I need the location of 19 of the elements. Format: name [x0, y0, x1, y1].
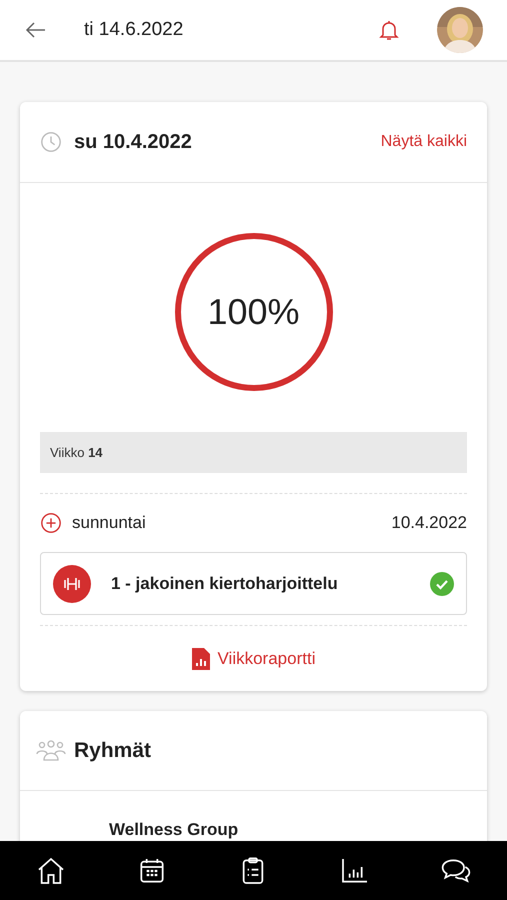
groups-title: Ryhmät [74, 738, 152, 764]
workout-title: 1 - jakoinen kiertoharjoittelu [111, 572, 338, 595]
bell-icon [377, 18, 401, 42]
card-title: su 10.4.2022 [74, 130, 192, 155]
current-date: ti 14.6.2022 [84, 18, 184, 42]
show-all-link[interactable]: Näytä kaikki [380, 130, 467, 154]
report-file-icon [192, 648, 210, 670]
group-name[interactable]: Wellness Group [109, 820, 238, 839]
add-circle-icon[interactable] [40, 512, 62, 534]
people-icon [36, 740, 66, 762]
weekly-report-link[interactable]: Viikkoraportti [192, 646, 316, 672]
notifications-button[interactable] [377, 18, 401, 42]
dumbbell-icon [53, 564, 91, 602]
progress-percentage: 100% [207, 290, 300, 334]
day-date: 10.4.2022 [391, 512, 467, 534]
clock-icon [40, 131, 62, 153]
week-label: Viikko 14 [40, 432, 467, 473]
day-name: sunnuntai [72, 512, 146, 534]
workout-item[interactable]: 1 - jakoinen kiertoharjoittelu [40, 552, 467, 615]
